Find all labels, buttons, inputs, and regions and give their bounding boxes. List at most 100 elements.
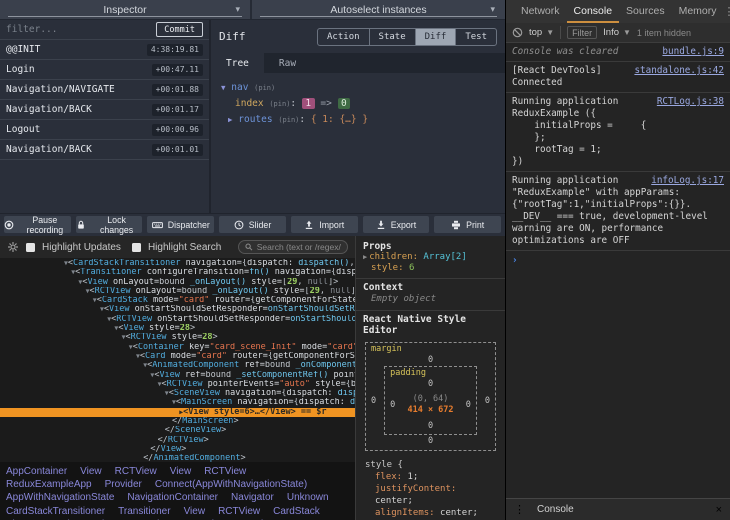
component-tree-row[interactable]: ▼<CardStack mode="card" router={getCompo… [0, 296, 355, 305]
breadcrumb-item[interactable]: Provider [105, 478, 142, 491]
margin-right-value[interactable]: 0 [485, 396, 490, 406]
slider-button[interactable]: Slider [219, 216, 286, 233]
devtools-tab-network[interactable]: Network [514, 0, 567, 23]
component-tree-row[interactable]: </SceneView> [0, 426, 355, 435]
export-button[interactable]: Export [363, 216, 430, 233]
component-tree-row[interactable]: </RCTView> [0, 436, 355, 445]
source-link[interactable]: bundle.js:9 [662, 46, 724, 58]
style-rule-line[interactable]: alignItems: center; [365, 507, 498, 519]
kebab-menu-icon[interactable]: ⋮ [514, 503, 525, 516]
breadcrumb-item[interactable]: Navigator [231, 491, 274, 504]
tab-test[interactable]: Test [455, 29, 496, 45]
breadcrumb-item[interactable]: View [184, 505, 206, 518]
action-row[interactable]: Navigation/BACK+00:01.01 [0, 140, 209, 160]
padding-top-value[interactable]: 0 [390, 378, 471, 390]
diff-tree-row-nav[interactable]: ▼ nav (pin) [221, 80, 495, 96]
autoselect-instances-dropdown[interactable]: Autoselect instances ▾ [252, 0, 505, 19]
breadcrumb-item[interactable]: ReduxExampleApp [6, 478, 92, 491]
component-tree-row[interactable]: </MainScreen> [0, 417, 355, 426]
component-tree-row[interactable]: ▼<Transitioner configureTransition=fn() … [0, 268, 355, 277]
box-model-padding[interactable]: padding 0 0 (0, 64) 414 × 672 0 0 [384, 366, 477, 435]
component-tree-row[interactable]: ▼<View onLayout=bound _onLayout() style=… [0, 278, 355, 287]
margin-left-value[interactable]: 0 [371, 396, 376, 406]
tab-tree[interactable]: Tree [211, 53, 264, 73]
component-tree-row[interactable]: ▼<RCTView onStartShouldSetResponder=onSt… [0, 315, 355, 324]
breadcrumb-item[interactable]: AppContainer [6, 465, 67, 478]
action-row[interactable]: Logout+00:00.96 [0, 120, 209, 140]
source-link[interactable]: standalone.js:42 [634, 65, 724, 77]
style-rule-line[interactable]: justifyContent: center; [365, 483, 498, 507]
component-tree-row[interactable]: ▼<View ref=bound _setComponentRef() poin… [0, 371, 355, 380]
component-tree-row[interactable]: </AnimatedComponent> [0, 454, 355, 462]
devtools-tab-sources[interactable]: Sources [619, 0, 672, 23]
padding-right-value[interactable]: 0 [466, 400, 471, 410]
gear-icon[interactable] [7, 241, 19, 253]
style-rule-line[interactable]: flex: 1; [365, 471, 498, 483]
component-tree-row[interactable]: ▼<AnimatedComponent ref=bound _onCompone… [0, 361, 355, 370]
component-tree-row[interactable]: ▼<Container key="card_scene_Init" mode="… [0, 343, 355, 352]
pause-recording-button[interactable]: Pause recording [4, 216, 71, 233]
component-search-input[interactable]: Search (text or /regex/) [238, 240, 348, 254]
breadcrumb-item[interactable]: Unknown [287, 491, 329, 504]
highlight-updates-checkbox[interactable] [26, 243, 35, 252]
component-tree-row[interactable]: ▼<RCTView onLayout=bound _onLayout() sty… [0, 287, 355, 296]
breadcrumb-item[interactable]: RCTView [115, 465, 157, 478]
component-tree-row-selected[interactable]: ▶<View style=6>…</View> == $r [0, 408, 355, 417]
collapse-arrow-icon[interactable]: ▶ [363, 253, 367, 261]
console-filter-input[interactable]: Filter [567, 26, 597, 39]
component-tree-row[interactable]: ▼<Card mode="card" router={getComponentF… [0, 352, 355, 361]
import-button[interactable]: Import [291, 216, 358, 233]
breadcrumb-item[interactable]: CardStack [273, 505, 320, 518]
diff-tree-row-index[interactable]: index (pin): 1 => 0 [221, 96, 495, 112]
close-icon[interactable]: × [716, 504, 722, 516]
padding-bottom-value[interactable]: 0 [390, 420, 471, 432]
component-tree-row[interactable]: ▼<View style=28> [0, 324, 355, 333]
action-row[interactable]: @@INIT4:38:19.81 [0, 40, 209, 60]
console-prompt[interactable]: › [506, 251, 730, 270]
filter-input[interactable]: filter... [6, 24, 57, 35]
breadcrumb-item[interactable]: RCTView [204, 465, 246, 478]
action-row[interactable]: Navigation/BACK+00:01.17 [0, 100, 209, 120]
print-button[interactable]: Print [434, 216, 501, 233]
devtools-tab-console[interactable]: Console [567, 0, 620, 23]
prop-children-row[interactable]: ▶children: Array[2] [363, 252, 498, 263]
component-tree-row[interactable]: ▼<RCTView pointerEvents="auto" style={ba… [0, 380, 355, 389]
kebab-menu-icon[interactable]: ⋮ [724, 5, 730, 18]
action-row[interactable]: Login+00:47.11 [0, 60, 209, 80]
tab-raw[interactable]: Raw [264, 53, 311, 73]
tab-action[interactable]: Action [318, 29, 369, 45]
highlight-search-checkbox[interactable] [132, 243, 141, 252]
breadcrumb-item[interactable]: NavigationContainer [127, 491, 218, 504]
inspector-dropdown[interactable]: Inspector ▾ [0, 0, 252, 19]
component-tree-row[interactable]: ▼<MainScreen navigation={dispatch: dispa… [0, 398, 355, 407]
breadcrumb-item[interactable]: CardStackTransitioner [6, 505, 105, 518]
component-tree-row[interactable]: ▼<View onStartShouldSetResponder=onStart… [0, 305, 355, 314]
footer-console-tab[interactable]: Console [537, 504, 574, 515]
box-model-margin[interactable]: margin 0 0 padding 0 0 (0, 64) 414 × 672 [365, 342, 496, 451]
breadcrumb-item[interactable]: View [170, 465, 192, 478]
component-tree-row[interactable]: ▼<RCTView style=28> [0, 333, 355, 342]
lock-changes-button[interactable]: Lock changes [76, 216, 143, 233]
margin-top-value[interactable]: 0 [371, 354, 490, 366]
breadcrumb-item[interactable]: AppWithNavigationState [6, 491, 114, 504]
dispatcher-button[interactable]: Dispatcher [147, 216, 214, 233]
tab-diff[interactable]: Diff [415, 29, 456, 45]
prop-style-row[interactable]: style: 6 [363, 263, 498, 274]
commit-button[interactable]: Commit [156, 22, 203, 37]
component-tree-row[interactable]: ▼<CardStackTransitioner navigation={disp… [0, 259, 355, 268]
collapse-arrow-icon[interactable]: ▶ [228, 115, 233, 124]
tab-state[interactable]: State [369, 29, 415, 45]
breadcrumb-item[interactable]: View [80, 465, 102, 478]
source-link[interactable]: infoLog.js:17 [651, 175, 724, 187]
padding-left-value[interactable]: 0 [390, 400, 395, 410]
expand-arrow-icon[interactable]: ▼ [221, 83, 226, 92]
action-row[interactable]: Navigation/NAVIGATE+00:01.88 [0, 80, 209, 100]
breadcrumb-item[interactable]: Connect(AppWithNavigationState) [155, 478, 307, 491]
context-selector[interactable]: top ▼ [529, 27, 554, 38]
source-link[interactable]: RCTLog.js:38 [657, 96, 724, 108]
component-tree-row[interactable]: </View> [0, 445, 355, 454]
log-level-selector[interactable]: Info ▼ [603, 27, 631, 38]
clear-console-icon[interactable] [512, 27, 523, 38]
breadcrumb-item[interactable]: RCTView [218, 505, 260, 518]
component-tree-row[interactable]: ▼<SceneView navigation={dispatch: dispat… [0, 389, 355, 398]
